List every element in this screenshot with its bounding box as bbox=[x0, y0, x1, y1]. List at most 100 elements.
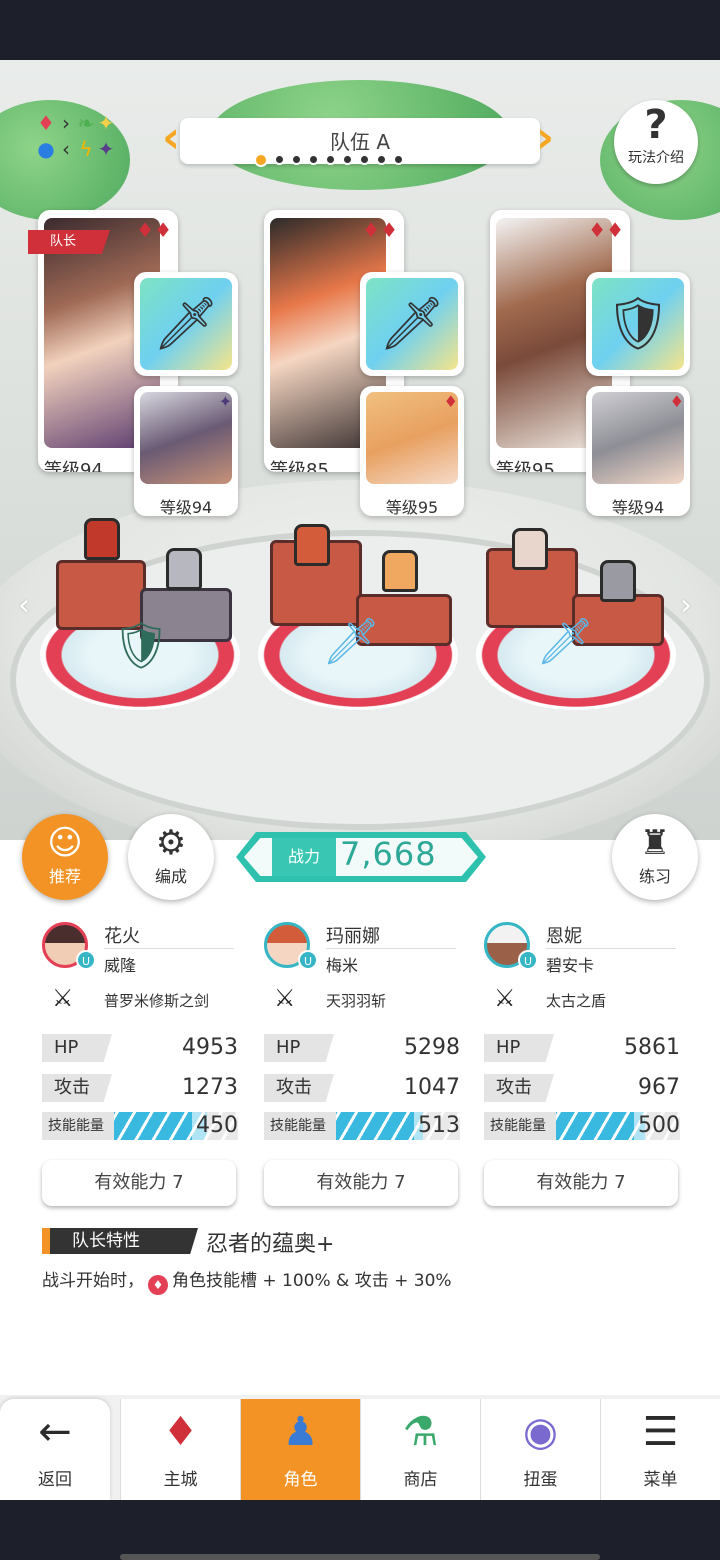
energy-value: 513 bbox=[414, 1112, 460, 1140]
u-badge-icon: U bbox=[76, 950, 96, 970]
shield-icon: 🛡 bbox=[112, 618, 171, 672]
team-dot[interactable] bbox=[274, 154, 285, 165]
support-level: 等级94 bbox=[159, 498, 213, 516]
weapon-icon: ⚔ bbox=[494, 984, 516, 1012]
hp-stat: HP 5298 bbox=[264, 1034, 460, 1062]
tab-character[interactable]: ♟ 角色 bbox=[240, 1399, 360, 1500]
character-icon: ♟ bbox=[282, 1409, 319, 1455]
tab-menu[interactable]: ☰ 菜单 bbox=[600, 1399, 720, 1500]
character-name: 恩妮 bbox=[546, 926, 582, 947]
effective-ability-button[interactable]: 有效能力 7 bbox=[264, 1160, 458, 1206]
character-name: 花火 bbox=[104, 926, 140, 947]
team-dot[interactable] bbox=[393, 154, 404, 165]
power-label: 战力 bbox=[272, 838, 336, 876]
weapon-card[interactable]: 🛡 bbox=[586, 272, 690, 376]
character-stats: U 玛丽娜 梅米 ⚔ 天羽羽斩 HP 5298 攻击 1047 技能能量 513… bbox=[264, 920, 464, 1210]
skill-energy: 技能能量 500 bbox=[484, 1112, 680, 1140]
weapon-icon: ⚔ bbox=[274, 984, 296, 1012]
next-team-arrow[interactable]: › bbox=[536, 112, 560, 168]
tab-city[interactable]: ♦ 主城 bbox=[120, 1399, 240, 1500]
character-level: 等级85 bbox=[270, 460, 329, 472]
desc-effect: 角色技能槽 + 100% & 攻击 + 30% bbox=[172, 1271, 452, 1291]
tab-gacha[interactable]: ◉ 扭蛋 bbox=[480, 1399, 600, 1500]
weapon-name: 太古之盾 bbox=[546, 992, 607, 1010]
attack-value: 1273 bbox=[182, 1075, 238, 1100]
city-icon: ♦ bbox=[162, 1409, 199, 1455]
home-indicator[interactable] bbox=[120, 1554, 600, 1560]
practice-label: 练习 bbox=[638, 867, 671, 886]
sword-icon: 🗡 bbox=[140, 278, 232, 370]
effective-ability-button[interactable]: 有效能力 7 bbox=[42, 1160, 236, 1206]
skill-energy: 技能能量 513 bbox=[264, 1112, 460, 1140]
pixel-character bbox=[512, 528, 548, 570]
sword-icon: 🗡 bbox=[322, 614, 381, 668]
attack-value: 1047 bbox=[404, 1075, 460, 1100]
practice-button[interactable]: ♜ 练习 bbox=[612, 814, 698, 900]
attack-value: 967 bbox=[638, 1075, 680, 1100]
energy-label: 技能能量 bbox=[264, 1112, 338, 1140]
question-icon: ? bbox=[644, 102, 668, 148]
u-badge-icon: U bbox=[298, 950, 318, 970]
left-arrow-icon[interactable]: ‹ bbox=[18, 588, 30, 623]
right-arrow-icon[interactable]: › bbox=[680, 588, 692, 623]
recommend-button[interactable]: ☺ 推荐 bbox=[22, 814, 108, 900]
leader-skill: 队长特性 忍者的蕴奥+ 战斗开始时， ♦ 角色技能槽 + 100% & 攻击 + 3… bbox=[42, 1226, 682, 1306]
gacha-icon: ◉ bbox=[523, 1409, 558, 1455]
back-arrow-icon: ← bbox=[38, 1409, 72, 1455]
team-dot[interactable] bbox=[325, 154, 336, 165]
leader-skill-tag: 队长特性 bbox=[42, 1228, 198, 1254]
help-button[interactable]: ? 玩法介绍 bbox=[614, 100, 698, 184]
recommend-label: 推荐 bbox=[48, 867, 81, 886]
hp-value: 4953 bbox=[182, 1035, 238, 1060]
menu-list-icon: ☰ bbox=[642, 1409, 679, 1455]
power-value: 7,668 bbox=[340, 835, 437, 873]
skill-energy: 技能能量 450 bbox=[42, 1112, 238, 1140]
hp-label: HP bbox=[42, 1034, 112, 1062]
support-character-card[interactable]: ✦ 等级94 bbox=[134, 386, 238, 516]
support-level: 等级95 bbox=[385, 498, 439, 516]
team-dot[interactable] bbox=[376, 154, 387, 165]
support-character-card[interactable]: ♦ 等级95 bbox=[360, 386, 464, 516]
team-title: 队伍 A bbox=[329, 130, 391, 154]
hp-label: HP bbox=[484, 1034, 554, 1062]
sword-icon: 🗡 bbox=[536, 614, 595, 668]
status-bar bbox=[0, 0, 720, 60]
diamond-icon: ♦♦ bbox=[362, 218, 398, 242]
shield-icon: 🛡 bbox=[592, 278, 684, 370]
tab-character-label: 角色 bbox=[283, 1470, 318, 1490]
team-dot[interactable] bbox=[308, 154, 319, 165]
support-character-card[interactable]: ♦ 等级94 bbox=[586, 386, 690, 516]
team-icon: ☺ bbox=[47, 823, 83, 863]
diamond-icon: ♦ bbox=[669, 392, 684, 411]
attack-stat: 攻击 967 bbox=[484, 1074, 680, 1102]
weapon-card[interactable]: 🗡 bbox=[360, 272, 464, 376]
team-page-dots bbox=[254, 153, 404, 170]
character-stats: U 恩妮 碧安卡 ⚔ 太古之盾 HP 5861 攻击 967 技能能量 500 … bbox=[484, 920, 684, 1210]
formation-button[interactable]: ⚙ 编成 bbox=[128, 814, 214, 900]
fire-gem-icon: ♦ bbox=[148, 1275, 168, 1295]
team-dot-active[interactable] bbox=[254, 153, 268, 167]
back-button[interactable]: ← 返回 bbox=[0, 1399, 110, 1500]
bottom-navigation: ← 返回 ♦ 主城 ♟ 角色 ⚗ 商店 ◉ 扭蛋 ☰ 菜单 bbox=[0, 1395, 720, 1500]
weapon-icon: ⚔ bbox=[52, 984, 74, 1012]
energy-value: 450 bbox=[192, 1112, 238, 1140]
diamond-icon: ♦♦ bbox=[588, 218, 624, 242]
weapon-card[interactable]: 🗡 bbox=[134, 272, 238, 376]
energy-label: 技能能量 bbox=[42, 1112, 116, 1140]
attack-stat: 攻击 1273 bbox=[42, 1074, 238, 1102]
team-dot[interactable] bbox=[359, 154, 370, 165]
tab-shop[interactable]: ⚗ 商店 bbox=[360, 1399, 480, 1500]
team-dot[interactable] bbox=[342, 154, 353, 165]
team-dot[interactable] bbox=[291, 154, 302, 165]
element-chart-icon[interactable]: ♦ › ❧ ✦ ● ‹ ϟ ✦ bbox=[36, 110, 128, 170]
hp-value: 5861 bbox=[624, 1035, 680, 1060]
pixel-character bbox=[84, 518, 120, 560]
u-badge-icon: U bbox=[518, 950, 538, 970]
attack-label: 攻击 bbox=[484, 1074, 554, 1102]
sword-icon: 🗡 bbox=[366, 278, 458, 370]
effective-ability-button[interactable]: 有效能力 7 bbox=[484, 1160, 678, 1206]
support-name: 威隆 bbox=[104, 956, 137, 975]
formation-label: 编成 bbox=[154, 867, 187, 886]
tab-shop-label: 商店 bbox=[403, 1470, 438, 1490]
character-level: 等级95 bbox=[496, 460, 555, 472]
